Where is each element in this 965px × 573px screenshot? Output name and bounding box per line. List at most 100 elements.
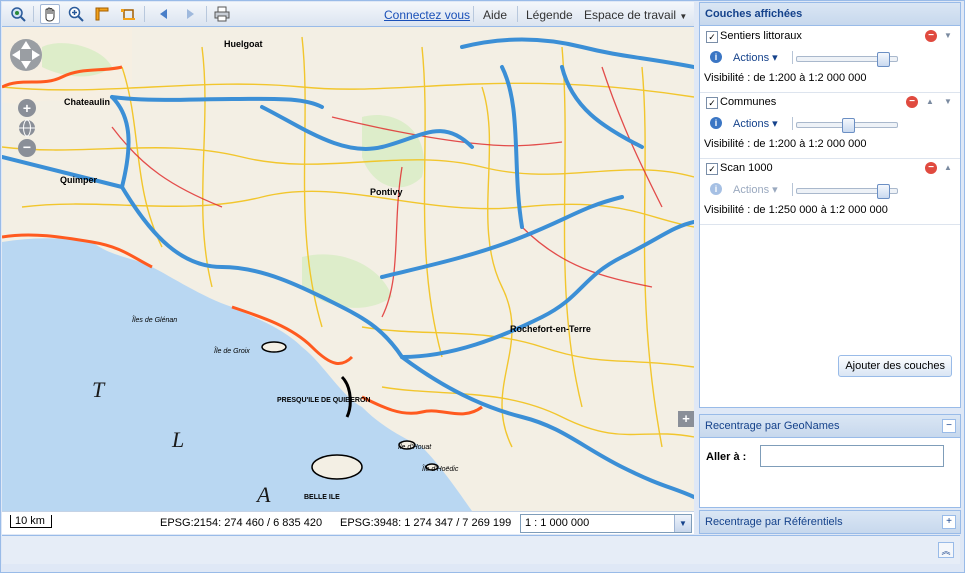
expand-up-icon[interactable]: ︽	[938, 542, 954, 558]
layer-item: ✓ Scan 1000 − ▲ i Actions ▾ Visibilité :…	[700, 158, 960, 225]
add-layers-button[interactable]: Ajouter des couches	[838, 355, 952, 377]
label-hoedic: Île d'Hoëdic	[422, 464, 459, 473]
actions-label: Actions	[733, 184, 770, 196]
toolbar-separator	[206, 6, 207, 22]
pan-hand-icon[interactable]	[40, 4, 60, 24]
move-down-icon[interactable]: ▼	[944, 97, 952, 106]
layer-actions-menu: Actions ▾	[733, 184, 778, 196]
map-viewport[interactable]: Chateaulin Quimper Huelgoat Pontivy Roch…	[2, 27, 694, 511]
label-houat: Île d'Houat	[398, 442, 432, 451]
help-button[interactable]: Aide	[483, 8, 507, 22]
opacity-slider[interactable]	[796, 118, 898, 133]
info-icon[interactable]: i	[710, 51, 722, 63]
layer-checkbox[interactable]: ✓	[706, 163, 718, 175]
toolbar-separator	[517, 6, 518, 22]
geonames-panel-title: Recentrage par GeoNames	[705, 420, 840, 432]
geonames-panel-header: Recentrage par GeoNames −	[700, 415, 960, 438]
goto-label: Aller à :	[706, 451, 747, 463]
workspace-menu[interactable]: Espace de travail ▼	[584, 8, 687, 22]
label-pontivy: Pontivy	[370, 187, 403, 197]
layer-name: Scan 1000	[720, 162, 773, 174]
layer-actions-menu[interactable]: Actions ▾	[733, 117, 778, 130]
map-toolbar: Connectez vous Aide Légende Espace de tr…	[2, 2, 694, 27]
layer-actions-menu[interactable]: Actions ▾	[733, 51, 778, 64]
separator	[792, 117, 793, 130]
layer-name: Sentiers littoraux	[720, 30, 802, 42]
chevron-down-icon[interactable]: ▼	[674, 515, 691, 532]
opacity-slider[interactable]	[796, 184, 898, 199]
label-belle-ile: BELLE ILE	[304, 494, 340, 501]
opacity-slider[interactable]	[796, 52, 898, 67]
scale-select-value: 1 : 1 000 000	[525, 517, 590, 529]
connect-link[interactable]: Connectez vous	[384, 8, 470, 22]
ocean-letter-t: T	[92, 377, 106, 402]
opacity-slider-thumb[interactable]	[877, 184, 890, 199]
geonames-panel: Recentrage par GeoNames − Aller à :	[699, 414, 961, 508]
layer-visibility: Visibilité : de 1:250 000 à 1:2 000 000	[704, 204, 888, 216]
layer-visibility: Visibilité : de 1:200 à 1:2 000 000	[704, 72, 867, 84]
ocean-letter-l: L	[171, 427, 184, 452]
legend-button[interactable]: Légende	[526, 8, 573, 22]
label-quiberon: PRESQU'ILE DE QUIBERON	[277, 397, 370, 404]
separator	[792, 183, 793, 196]
move-up-icon[interactable]: ▲	[944, 163, 952, 172]
label-glenan: Îles de Glénan	[132, 315, 177, 324]
zoom-in-button[interactable]: +	[18, 99, 36, 117]
remove-layer-icon[interactable]: −	[906, 96, 918, 108]
toolbar-separator	[33, 6, 34, 22]
label-ile-groix: Île de Groix	[214, 346, 250, 355]
label-huelgoat: Huelgoat	[224, 39, 263, 49]
remove-layer-icon[interactable]: −	[925, 30, 937, 42]
info-icon: i	[710, 183, 722, 195]
move-up-icon[interactable]: ▲	[926, 97, 934, 106]
layer-item: ✓ Communes − ▲ ▼ i Actions ▾ Visibilité …	[700, 92, 960, 159]
overview-toggle-button[interactable]: +	[678, 411, 694, 427]
coords-epsg3948: EPSG:3948: 1 274 347 / 7 269 199	[340, 517, 512, 529]
label-quimper: Quimper	[60, 175, 98, 185]
zoom-extent-icon[interactable]	[8, 4, 28, 24]
geonames-panel-body: Aller à :	[700, 438, 960, 498]
toolbar-separator	[473, 6, 474, 22]
print-icon[interactable]	[212, 4, 232, 24]
referentiels-panel-title: Recentrage par Référentiels	[705, 516, 843, 528]
label-chateaulin: Chateaulin	[64, 97, 110, 107]
zoom-in-icon[interactable]	[66, 4, 86, 24]
collapse-icon[interactable]: −	[942, 419, 956, 433]
scale-select[interactable]: 1 : 1 000 000 ▼	[520, 514, 692, 533]
layer-checkbox[interactable]: ✓	[706, 97, 718, 109]
separator	[792, 51, 793, 64]
expand-icon[interactable]: +	[942, 515, 956, 529]
layer-visibility: Visibilité : de 1:200 à 1:2 000 000	[704, 138, 867, 150]
referentiels-panel-header[interactable]: Recentrage par Référentiels +	[700, 511, 960, 533]
move-down-icon[interactable]: ▼	[944, 31, 952, 40]
layer-name: Communes	[720, 96, 777, 108]
bottom-bar: ︽	[2, 535, 960, 564]
chevron-down-icon: ▼	[679, 12, 688, 21]
ile-de-groix-shape	[261, 341, 287, 353]
referentiels-panel: Recentrage par Référentiels +	[699, 510, 961, 534]
info-icon[interactable]: i	[710, 117, 722, 129]
ocean-letter-a: A	[255, 482, 271, 507]
layers-panel-title: Couches affichées	[700, 3, 960, 26]
actions-label: Actions	[733, 52, 770, 64]
layer-checkbox[interactable]: ✓	[706, 31, 718, 43]
belle-ile-shape	[311, 454, 363, 480]
opacity-slider-thumb[interactable]	[877, 52, 890, 67]
label-rochefort: Rochefort-en-Terre	[510, 324, 591, 334]
map-canvas: Chateaulin Quimper Huelgoat Pontivy Roch…	[2, 27, 694, 511]
history-back-icon[interactable]	[154, 4, 174, 24]
goto-input[interactable]	[760, 445, 944, 467]
measure-area-icon[interactable]	[118, 4, 138, 24]
remove-layer-icon[interactable]: −	[925, 162, 937, 174]
coords-epsg2154: EPSG:2154: 274 460 / 6 835 420	[160, 517, 323, 529]
scale-bar: 10 km	[10, 515, 52, 528]
toolbar-separator	[144, 6, 145, 22]
map-status-bar: 10 km EPSG:2154: 274 460 / 6 835 420 EPS…	[2, 511, 694, 534]
actions-label: Actions	[733, 118, 770, 130]
zoom-out-button[interactable]: −	[18, 139, 36, 157]
workspace-label: Espace de travail	[584, 8, 677, 22]
opacity-slider-thumb[interactable]	[842, 118, 855, 133]
history-forward-icon[interactable]	[180, 4, 200, 24]
layer-item: ✓ Sentiers littoraux − ▼ i Actions ▾ Vis…	[700, 26, 960, 93]
measure-length-icon[interactable]	[92, 4, 112, 24]
